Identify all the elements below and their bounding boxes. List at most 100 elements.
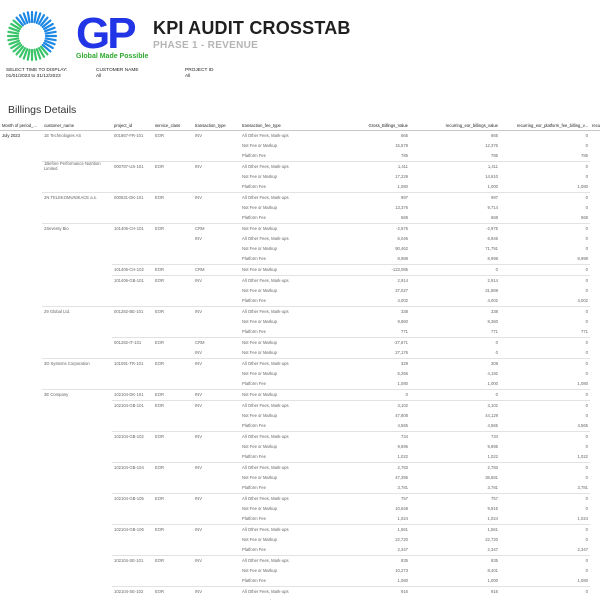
table-row[interactable]: INV All Other Fees, Mark-ups 6,046 6,946 0 (0, 234, 600, 244)
table-row[interactable]: July 2023 1E Technologies AS 001867-FR-101… (0, 131, 600, 142)
project-id-cell (112, 504, 153, 514)
table-row[interactable]: 101406-GB-101 EOR INV All Other Fees, Mark-… (0, 275, 600, 287)
table-row[interactable]: 3D Systems Corporation 101091-TR-101 EOR IN… (0, 358, 600, 369)
table-row[interactable]: Not Fee or Markup 9,860 8,360 0 (0, 317, 600, 327)
filter-time[interactable]: Select time to display: 01/01/2023 to 31… (6, 68, 67, 79)
table-row[interactable]: Platform Fee 1,022 1,022 1,022 (0, 452, 600, 463)
table-row[interactable]: Not Fee or Markup 10,648 9,915 0 (0, 504, 600, 514)
table-row[interactable]: Platform Fee 785 785 785 (0, 151, 600, 162)
recurring-eor-billings-cell: 44,129 (485, 412, 498, 418)
table-row[interactable]: Not Fee or Markup 5,266 4,192 0 (0, 369, 600, 379)
platform-fee-billing-cell: 0 (500, 400, 590, 411)
table-row[interactable]: Not Fee or Markup 13,376 9,714 0 (0, 203, 600, 213)
month-cell (0, 317, 42, 327)
table-row[interactable]: Not Fee or Markup 9,895 9,895 0 (0, 442, 600, 452)
platform-fee-billing-cell: 0 (500, 275, 590, 286)
table-header-row: Month of period_... customer_name projec… (0, 121, 600, 131)
table-row[interactable]: 2N TELEKOMUNIKACE a.s. 000631-DK-101 EOR IN… (0, 192, 600, 203)
customer-cell (42, 265, 112, 276)
customer-cell (42, 151, 112, 162)
table-row[interactable]: 101406-CH-102 EOR CRM Not Fee or Markup -123… (0, 264, 600, 276)
column-header[interactable]: customer_name (42, 121, 112, 131)
table-row[interactable]: 3E Company 102104-DK-101 EOR INV Not Fee or … (0, 389, 600, 401)
table-row[interactable]: INV Not Fee or Markup 27,176 0 0 (0, 348, 600, 359)
table-row[interactable]: Not Fee or Markup 22,720 22,720 0 (0, 535, 600, 545)
table-row[interactable]: Platform Fee 1,080 1,000 1,080 (0, 576, 600, 587)
customer-cell (42, 442, 112, 452)
column-header[interactable]: transaction_type (193, 121, 240, 131)
platform-fee-billing-cell: 0 (500, 431, 590, 442)
table-row[interactable]: Not Fee or Markup 37,027 31,869 0 (0, 286, 600, 296)
service-class-cell: EOR (153, 586, 193, 597)
table-row[interactable]: Not Fee or Markup 47,395 36,681 0 (0, 473, 600, 483)
project-id-cell: 101406-CH-102 (112, 264, 153, 276)
table-row[interactable]: Platform Fee 8,988 8,998 8,998 (0, 254, 600, 265)
table-row[interactable]: Not Fee or Markup 15,578 12,376 0 (0, 141, 600, 151)
table-row[interactable]: Platform Fee 1,024 1,024 1,024 (0, 514, 600, 525)
gross-billings-cell: 1,080 (397, 183, 408, 189)
table-row[interactable]: Platform Fee 568 668 568 (0, 213, 600, 224)
column-header[interactable]: transaction_fee_type (240, 121, 320, 131)
gross-billings-cell: 3,781 (397, 484, 408, 490)
table-row[interactable]: Platform Fee 4,002 4,002 4,002 (0, 296, 600, 307)
filter-project-value[interactable]: All (185, 74, 213, 79)
table-row[interactable]: 102104-SE-102 EOR INV All Other Fees, Mark-… (0, 586, 600, 597)
gross-billings-cell: 665 (401, 132, 408, 138)
filter-project[interactable]: Project ID All (185, 68, 213, 79)
table-row[interactable]: Platform Fee 4,565 4,565 4,565 (0, 421, 600, 432)
table-row[interactable]: Platform Fee 1,080 1,000 1,080 (0, 182, 600, 193)
filter-customer[interactable]: Customer Name All (96, 68, 139, 79)
billings-table-container[interactable]: Month of period_... customer_name projec… (0, 121, 600, 600)
column-header[interactable]: recurring_eor_platform_fee_billing_v... (500, 121, 590, 131)
table-row[interactable]: 102104-GB-104 EOR INV All Other Fees, Mark-… (0, 462, 600, 473)
table-row[interactable]: 102104-GB-105 EOR INV All Other Fees, Mark-… (0, 493, 600, 504)
filter-customer-value[interactable]: All (96, 74, 139, 79)
truncated-cell (590, 379, 600, 390)
table-row[interactable]: 102104-GB-106 EOR INV All Other Fees, Mark-… (0, 524, 600, 535)
table-row[interactable]: 29 Global Ltd. 001282-BE-101 EOR INV All Oth… (0, 306, 600, 317)
transaction-type-cell (193, 483, 240, 494)
table-row[interactable]: Not Fee or Markup 90,462 71,791 0 (0, 244, 600, 254)
platform-fee-billing-cell: 0 (585, 318, 588, 324)
fee-type-cell: All Other Fees, Mark-ups (240, 275, 320, 286)
table-row[interactable]: 102104-SE-101 EOR INV All Other Fees, Mark-… (0, 555, 600, 566)
platform-fee-billing-cell: 0 (500, 524, 590, 535)
table-row[interactable]: Platform Fee 1,080 1,000 1,080 (0, 379, 600, 390)
platform-fee-billing-cell: 0 (585, 132, 588, 138)
column-header[interactable]: service_class (153, 121, 193, 131)
project-id-cell: 001867-FR-101 (114, 132, 144, 138)
recurring-eor-billings-cell: 1,411 (410, 161, 500, 172)
fee-type-cell: Not Fee or Markup (240, 389, 320, 401)
truncated-cell (590, 141, 600, 151)
table-row[interactable]: Platform Fee 771 771 771 (0, 327, 600, 338)
fee-type-cell: All Other Fees, Mark-ups (242, 132, 289, 138)
table-row[interactable]: 1Before Performance Nutrition Limited 000… (0, 161, 600, 172)
table-row[interactable]: 102104-GB-102 EOR INV All Other Fees, Mark-… (0, 431, 600, 442)
month-cell (0, 254, 42, 265)
column-header[interactable]: project_id (112, 121, 153, 131)
truncated-cell (590, 338, 600, 349)
column-header[interactable]: Month of period_... (0, 121, 42, 131)
service-class-cell (153, 182, 193, 193)
truncated-cell (590, 317, 600, 327)
table-row[interactable]: Not Fee or Markup 17,229 14,610 0 (0, 172, 600, 182)
recurring-eor-billings-cell: 916 (410, 586, 500, 597)
table-row[interactable]: 2Seventy Bio 101406-CH-101 EOR CRM Not Fee o… (0, 223, 600, 234)
table-row[interactable]: 001282-IT-101 EOR CRM Not Fee or Markup -27,… (0, 337, 600, 349)
recurring-eor-billings-cell: 1,000 (487, 380, 498, 386)
transaction-type-cell: CRM (193, 223, 240, 234)
table-row[interactable]: 102104-GB-101 EOR INV All Other Fees, Mark-… (0, 400, 600, 411)
column-header[interactable]: Gross_Billings_Value (320, 121, 410, 131)
filter-time-value[interactable]: 01/01/2023 to 31/12/2023 (6, 74, 67, 79)
column-header[interactable]: recurring_eor_billings_value (410, 121, 500, 131)
truncated-cell (590, 276, 600, 287)
table-row[interactable]: Platform Fee 2,347 2,347 2,347 (0, 545, 600, 556)
table-row[interactable]: Not Fee or Markup 10,273 8,401 0 (0, 566, 600, 576)
gross-billings-cell: 9,895 (397, 443, 408, 449)
platform-fee-billing-cell: 0 (585, 349, 588, 355)
platform-fee-billing-cell: 0 (585, 567, 588, 573)
project-id-cell (112, 576, 153, 587)
column-header[interactable]: recu (590, 121, 600, 131)
table-row[interactable]: Not Fee or Markup 47,808 44,129 0 (0, 411, 600, 421)
table-row[interactable]: Platform Fee 3,781 3,781 3,781 (0, 483, 600, 494)
